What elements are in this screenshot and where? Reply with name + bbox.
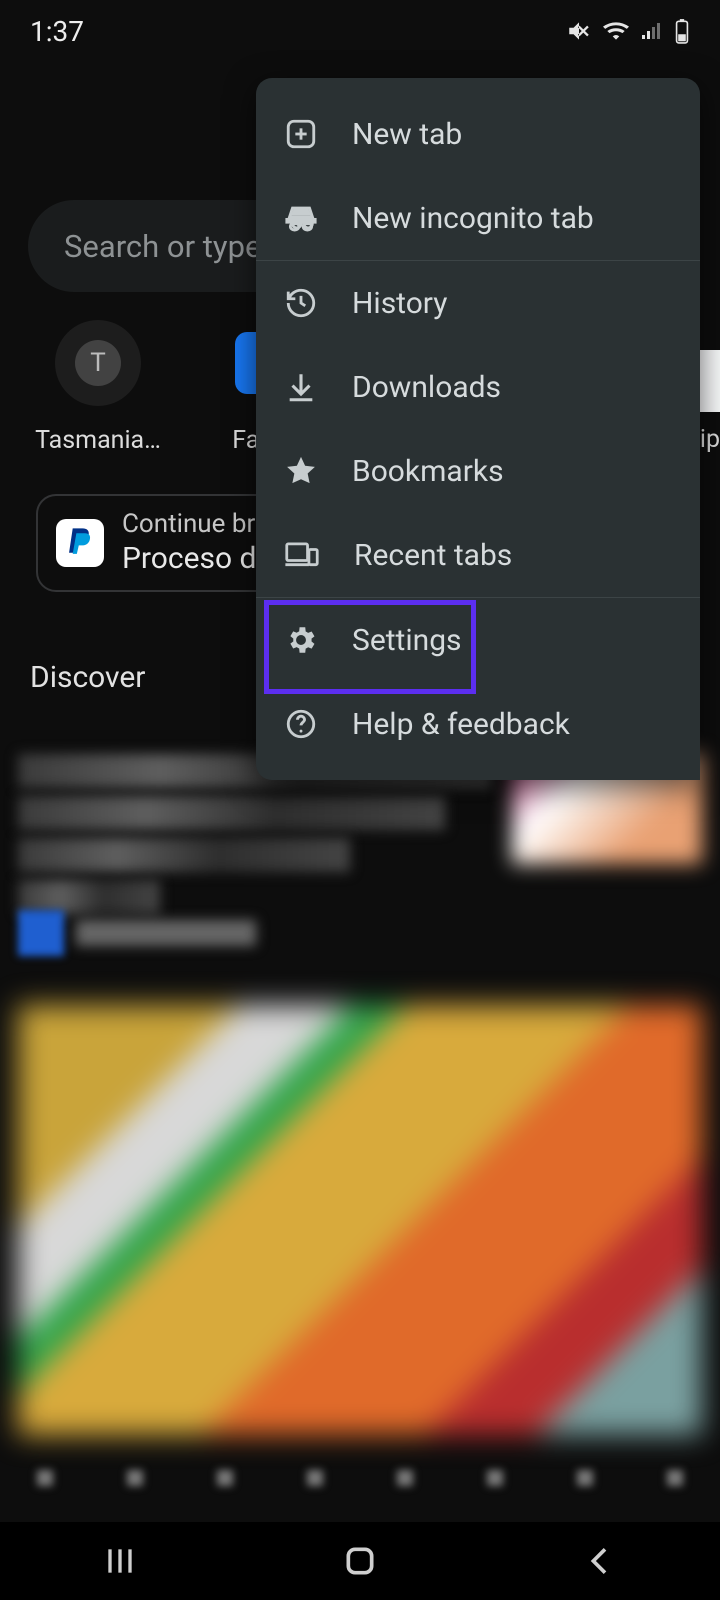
feed-blurred-strip: [0, 1470, 720, 1506]
status-bar: 1:37: [0, 0, 720, 62]
menu-item-new-tab[interactable]: New tab: [256, 92, 700, 176]
menu-item-label: Downloads: [352, 370, 501, 405]
incognito-icon: [284, 201, 318, 235]
status-icons: [566, 18, 690, 44]
paypal-icon: [56, 519, 104, 567]
plus-square-icon: [284, 117, 318, 151]
menu-item-label: New incognito tab: [352, 201, 594, 236]
menu-item-label: Recent tabs: [354, 538, 512, 573]
feed-card-2-image[interactable]: [18, 1005, 702, 1435]
menu-item-settings[interactable]: Settings: [256, 598, 700, 682]
shortcut-letter-icon: T: [75, 340, 121, 386]
shortcut-label: Tasmania…: [35, 426, 161, 455]
devices-icon: [284, 538, 320, 572]
menu-item-label: Settings: [352, 623, 462, 658]
feed-card-1-meta: [18, 910, 702, 956]
shortcut-tasmania[interactable]: T Tasmania…: [28, 320, 168, 455]
menu-item-label: Bookmarks: [352, 454, 504, 489]
back-button[interactable]: [580, 1541, 620, 1581]
star-icon: [284, 454, 318, 488]
status-time: 1:37: [30, 15, 84, 48]
gear-icon: [284, 623, 318, 657]
menu-item-label: Help & feedback: [352, 707, 570, 742]
menu-item-help-feedback[interactable]: Help & feedback: [256, 682, 700, 766]
menu-item-downloads[interactable]: Downloads: [256, 345, 700, 429]
recents-button[interactable]: [100, 1541, 140, 1581]
system-nav-bar: [0, 1522, 720, 1600]
source-favicon-blurred: [18, 910, 64, 956]
history-icon: [284, 286, 318, 320]
battery-icon: [674, 18, 690, 44]
wifi-icon: [602, 18, 630, 44]
source-label-blurred: [76, 920, 256, 946]
mute-icon: [566, 18, 592, 44]
menu-item-new-incognito-tab[interactable]: New incognito tab: [256, 176, 700, 260]
menu-item-bookmarks[interactable]: Bookmarks: [256, 429, 700, 513]
home-button[interactable]: [340, 1541, 380, 1581]
discover-heading: Discover: [30, 660, 145, 695]
download-icon: [284, 370, 318, 404]
menu-item-recent-tabs[interactable]: Recent tabs: [256, 513, 700, 597]
menu-item-history[interactable]: History: [256, 261, 700, 345]
shortcut-label: ip: [700, 425, 720, 454]
menu-item-label: New tab: [352, 117, 462, 152]
question-icon: [284, 707, 318, 741]
menu-item-label: History: [352, 286, 447, 321]
signal-icon: [640, 19, 664, 43]
overflow-menu: New tab New incognito tab History Downlo…: [256, 78, 700, 780]
shortcut-circle: T: [55, 320, 141, 406]
